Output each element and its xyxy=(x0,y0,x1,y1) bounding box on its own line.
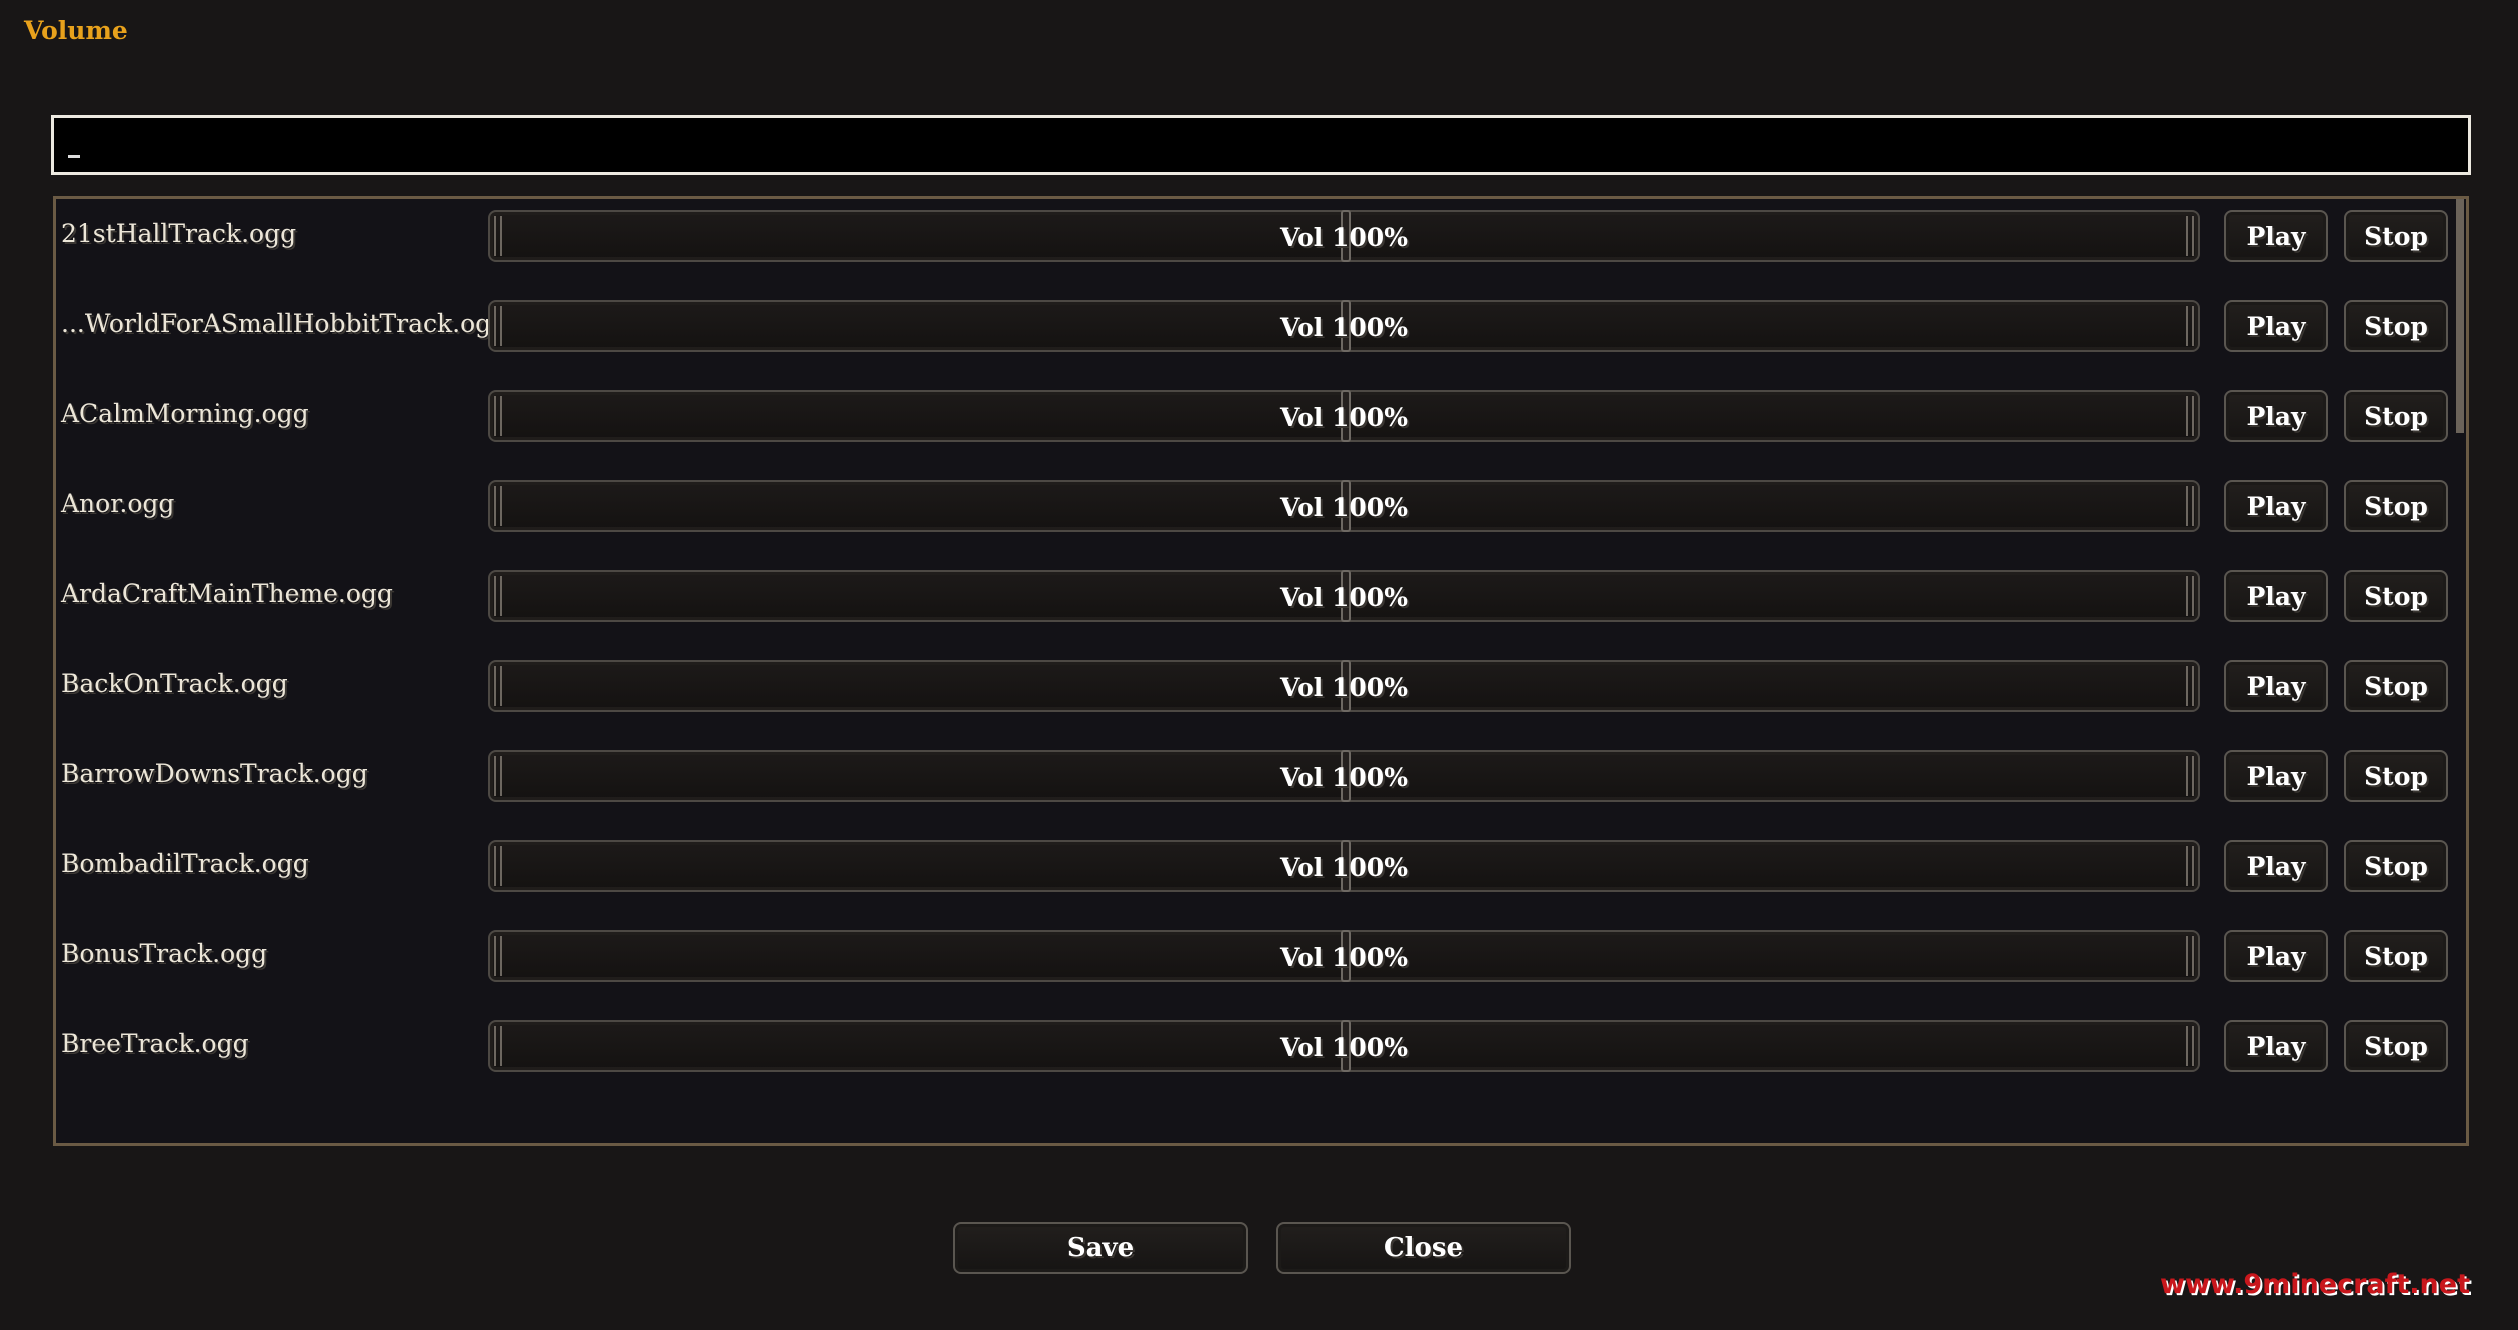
track-row: Anor.ogg Vol 100% Play Stop xyxy=(56,475,2456,535)
stop-button[interactable]: Stop xyxy=(2344,210,2448,262)
volume-slider[interactable]: Vol 100% xyxy=(488,300,2200,352)
play-button[interactable]: Play xyxy=(2224,570,2328,622)
volume-label: Vol 100% xyxy=(1280,313,1408,342)
track-name: Anor.ogg xyxy=(61,489,175,518)
search-input[interactable] xyxy=(51,115,2471,175)
play-button[interactable]: Play xyxy=(2224,390,2328,442)
volume-label: Vol 100% xyxy=(1280,1033,1408,1062)
play-button[interactable]: Play xyxy=(2224,930,2328,982)
volume-label: Vol 100% xyxy=(1280,493,1408,522)
track-name: BreeTrack.ogg xyxy=(61,1029,249,1058)
volume-label: Vol 100% xyxy=(1280,673,1408,702)
track-row: BackOnTrack.ogg Vol 100% Play Stop xyxy=(56,655,2456,715)
volume-slider[interactable]: Vol 100% xyxy=(488,210,2200,262)
volume-label: Vol 100% xyxy=(1280,223,1408,252)
play-button[interactable]: Play xyxy=(2224,840,2328,892)
track-row: ArdaCraftMainTheme.ogg Vol 100% Play Stop xyxy=(56,565,2456,625)
volume-label: Vol 100% xyxy=(1280,853,1408,882)
play-button[interactable]: Play xyxy=(2224,210,2328,262)
volume-label: Vol 100% xyxy=(1280,403,1408,432)
stop-button[interactable]: Stop xyxy=(2344,390,2448,442)
track-name: BarrowDownsTrack.ogg xyxy=(61,759,368,788)
track-row: BarrowDownsTrack.ogg Vol 100% Play Stop xyxy=(56,745,2456,805)
track-name: BackOnTrack.ogg xyxy=(61,669,288,698)
track-row: ...WorldForASmallHobbitTrack.ogg Vol 100%… xyxy=(56,295,2456,355)
volume-slider[interactable]: Vol 100% xyxy=(488,930,2200,982)
track-name: ArdaCraftMainTheme.ogg xyxy=(61,579,393,608)
stop-button[interactable]: Stop xyxy=(2344,930,2448,982)
volume-label: Vol 100% xyxy=(1280,583,1408,612)
volume-label: Vol 100% xyxy=(1280,763,1408,792)
list-scrollbar[interactable] xyxy=(2456,199,2464,433)
volume-slider[interactable]: Vol 100% xyxy=(488,750,2200,802)
track-row: BonusTrack.ogg Vol 100% Play Stop xyxy=(56,925,2456,985)
volume-label: Vol 100% xyxy=(1280,943,1408,972)
play-button[interactable]: Play xyxy=(2224,660,2328,712)
save-button[interactable]: Save xyxy=(953,1222,1248,1274)
track-list[interactable]: 21stHallTrack.ogg Vol 100% Play Stop ...Worl… xyxy=(53,196,2469,1146)
volume-slider[interactable]: Vol 100% xyxy=(488,570,2200,622)
watermark-text: www.9minecraft.net xyxy=(2160,1269,2470,1300)
track-name: BombadilTrack.ogg xyxy=(61,849,309,878)
track-row: 21stHallTrack.ogg Vol 100% Play Stop xyxy=(56,205,2456,265)
stop-button[interactable]: Stop xyxy=(2344,300,2448,352)
volume-slider[interactable]: Vol 100% xyxy=(488,390,2200,442)
stop-button[interactable]: Stop xyxy=(2344,750,2448,802)
play-button[interactable]: Play xyxy=(2224,750,2328,802)
track-name: BonusTrack.ogg xyxy=(61,939,268,968)
play-button[interactable]: Play xyxy=(2224,1020,2328,1072)
stop-button[interactable]: Stop xyxy=(2344,660,2448,712)
track-name: 21stHallTrack.ogg xyxy=(61,219,297,248)
play-button[interactable]: Play xyxy=(2224,480,2328,532)
track-row: ACalmMorning.ogg Vol 100% Play Stop xyxy=(56,385,2456,445)
close-button[interactable]: Close xyxy=(1276,1222,1571,1274)
volume-slider[interactable]: Vol 100% xyxy=(488,840,2200,892)
volume-slider[interactable]: Vol 100% xyxy=(488,480,2200,532)
window-title: Volume xyxy=(24,16,128,45)
stop-button[interactable]: Stop xyxy=(2344,1020,2448,1072)
volume-slider[interactable]: Vol 100% xyxy=(488,1020,2200,1072)
volume-slider[interactable]: Vol 100% xyxy=(488,660,2200,712)
text-caret xyxy=(68,154,80,158)
track-row: BombadilTrack.ogg Vol 100% Play Stop xyxy=(56,835,2456,895)
track-name: ...WorldForASmallHobbitTrack.ogg xyxy=(61,309,508,338)
track-name: ACalmMorning.ogg xyxy=(61,399,309,428)
play-button[interactable]: Play xyxy=(2224,300,2328,352)
stop-button[interactable]: Stop xyxy=(2344,840,2448,892)
stop-button[interactable]: Stop xyxy=(2344,570,2448,622)
track-row: BreeTrack.ogg Vol 100% Play Stop xyxy=(56,1015,2456,1075)
stop-button[interactable]: Stop xyxy=(2344,480,2448,532)
